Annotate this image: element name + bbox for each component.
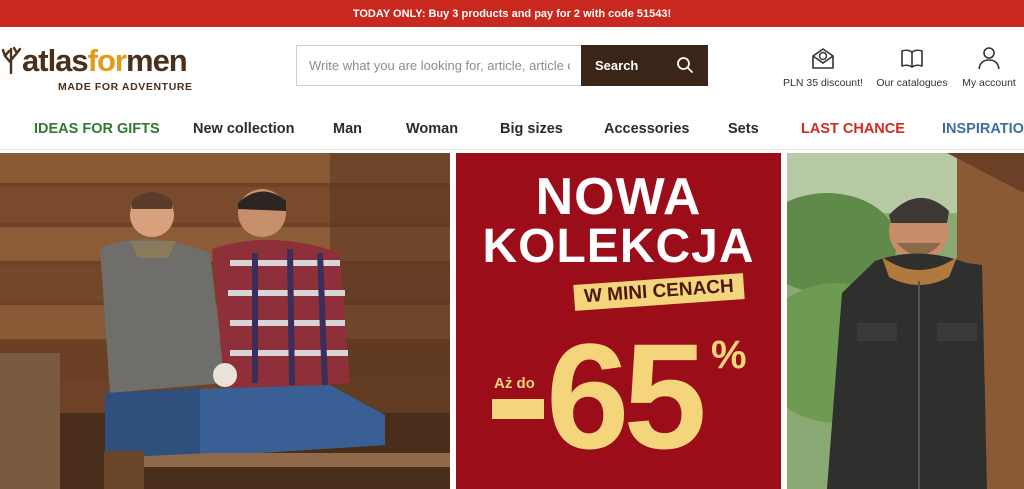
search-button[interactable]: Search	[581, 45, 708, 86]
nav-divider	[0, 149, 1024, 150]
banner-new-collection-promo[interactable]: NOWA KOLEKCJA W MINI CENACH Aż do 65 %	[456, 153, 781, 489]
nav-item-inspirations[interactable]: INSPIRATIONS	[942, 121, 1024, 137]
search-input[interactable]	[297, 46, 582, 85]
nav-item-man[interactable]: Man	[333, 121, 362, 137]
tree-icon	[1, 46, 22, 75]
nav-item-sets[interactable]: Sets	[728, 121, 759, 137]
envelope-discount-icon	[812, 48, 834, 69]
nav-item-new-collection[interactable]: New collection	[193, 121, 295, 137]
logo[interactable]: atlasformen MADE FOR ADVENTURE	[0, 43, 230, 99]
promo-text: TODAY ONLY: Buy 3 products and pay for 2…	[352, 7, 672, 20]
banner-leather-jacket[interactable]	[787, 153, 1024, 489]
promo-percent-sign: %	[711, 333, 747, 377]
promo-bar[interactable]: TODAY ONLY: Buy 3 products and pay for 2…	[0, 0, 1024, 27]
promo-discount-value: 65	[546, 312, 707, 480]
main-nav: IDEAS FOR GIFTS New collection Man Woman…	[0, 109, 1024, 150]
leather-jacket-photo	[787, 153, 1024, 489]
site-header: atlasformen MADE FOR ADVENTURE Search PL…	[0, 27, 1024, 109]
nav-item-big-sizes[interactable]: Big sizes	[500, 121, 563, 137]
discount-link[interactable]: PLN 35 discount!	[783, 45, 863, 103]
book-icon	[901, 49, 923, 68]
catalogues-label: Our catalogues	[876, 77, 948, 89]
discount-label: PLN 35 discount!	[783, 77, 863, 89]
account-label: My account	[962, 77, 1016, 89]
search-box	[296, 45, 582, 86]
nav-item-last-chance[interactable]: LAST CHANCE	[801, 121, 905, 137]
catalogues-link[interactable]: Our catalogues	[876, 45, 948, 103]
logo-wordmark: atlasformen	[22, 43, 188, 78]
promo-headline-line1: NOWA	[535, 168, 702, 226]
banner-men-cabin[interactable]	[0, 153, 450, 489]
nav-item-ideas-for-gifts[interactable]: IDEAS FOR GIFTS	[34, 121, 160, 137]
search-button-label: Search	[595, 58, 639, 73]
search-icon	[677, 57, 693, 73]
men-cabin-photo	[0, 153, 450, 489]
nav-item-woman[interactable]: Woman	[406, 121, 458, 137]
account-link[interactable]: My account	[960, 45, 1018, 103]
logo-tagline: MADE FOR ADVENTURE	[58, 81, 193, 93]
promo-prefix: Aż do	[494, 375, 535, 392]
promo-minus-sign	[492, 399, 544, 419]
promo-tag: W MINI CENACH	[573, 273, 745, 311]
nav-item-accessories[interactable]: Accessories	[604, 121, 689, 137]
user-icon	[978, 47, 1000, 70]
promo-headline-line2: KOLEKCJA	[482, 220, 755, 273]
